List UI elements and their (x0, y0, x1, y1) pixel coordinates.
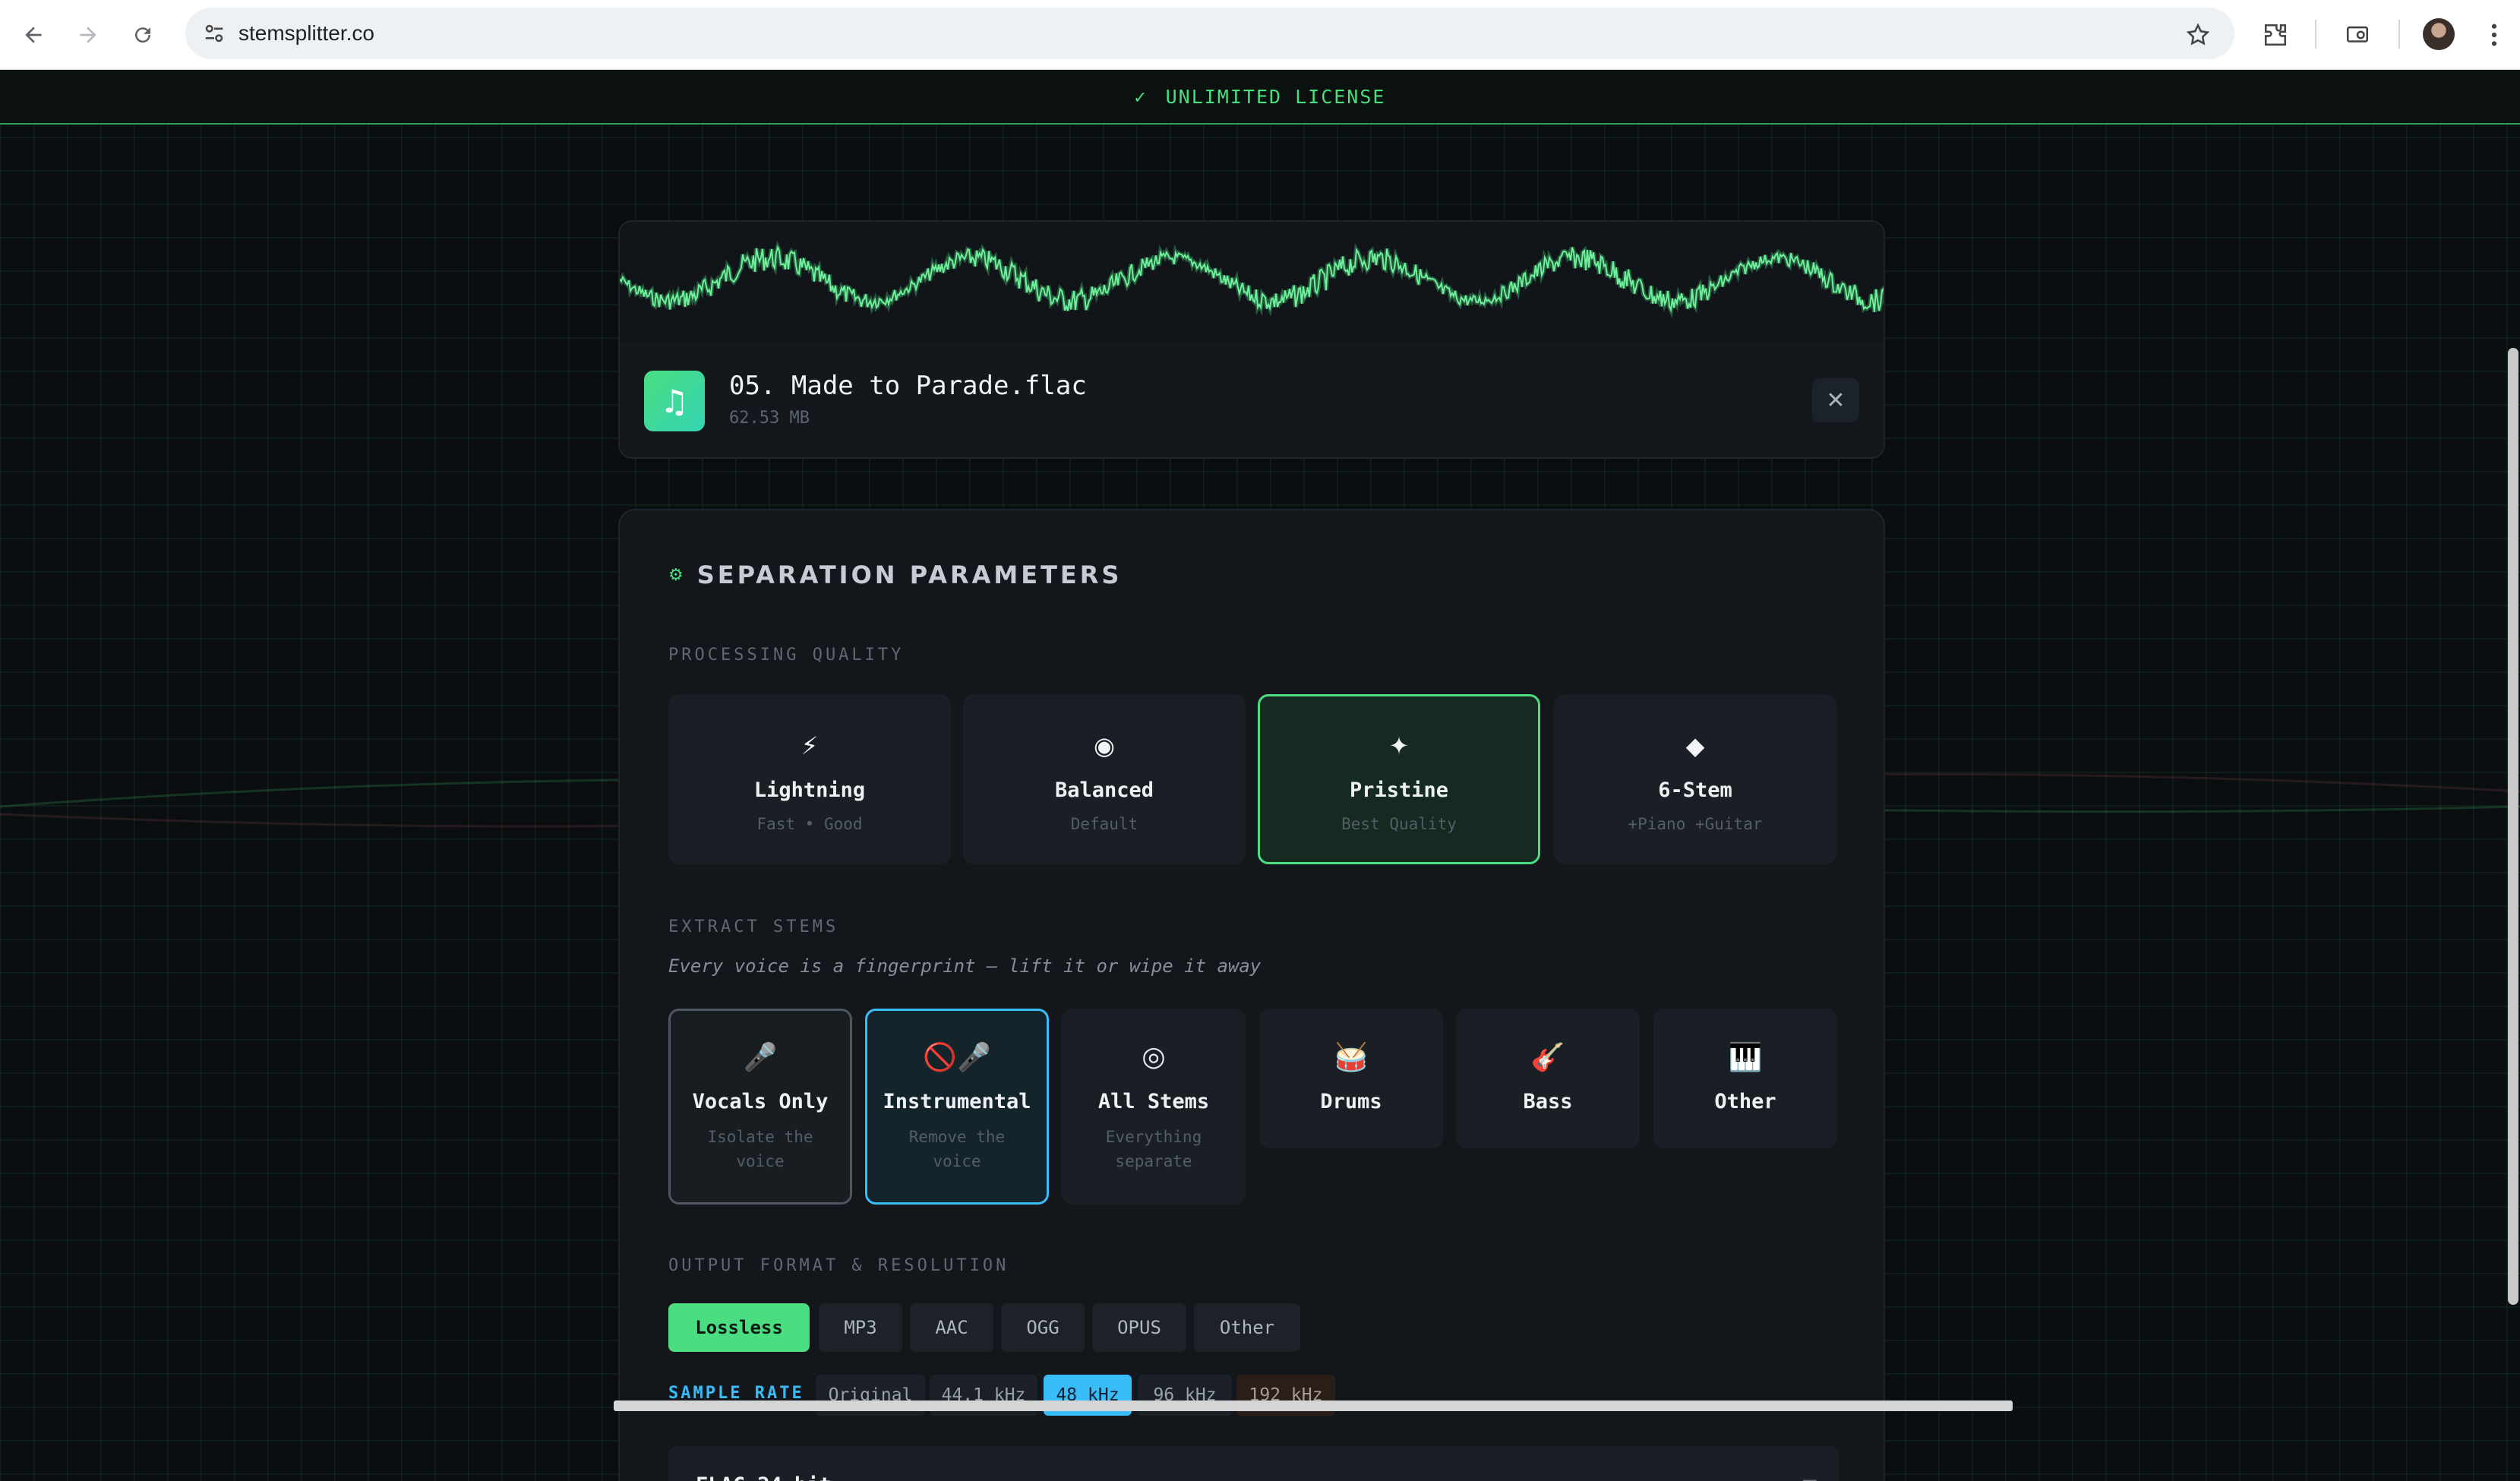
bottom-overlay-strip (614, 1400, 2013, 1411)
page-content: ✓ UNLIMITED LICENSE ♫ 05. Made to Parade… (0, 70, 2520, 1481)
format-ogg-button[interactable]: OGG (1001, 1303, 1085, 1352)
target-icon: ◎ (1142, 1041, 1166, 1072)
gear-icon: ⚙ (668, 565, 684, 585)
site-settings-icon[interactable] (199, 18, 229, 49)
stem-option-bass[interactable]: 🎸 Bass (1456, 1009, 1640, 1148)
format-opus-button[interactable]: OPUS (1092, 1303, 1186, 1352)
stem-label: Instrumental (883, 1090, 1031, 1113)
processing-quality-label: PROCESSING QUALITY (668, 646, 905, 665)
stem-label: Bass (1523, 1090, 1573, 1113)
format-other-button[interactable]: Other (1194, 1303, 1300, 1352)
quality-label: 6-Stem (1658, 778, 1732, 802)
music-note-icon: ♫ (644, 371, 705, 431)
toolbar-divider (2398, 20, 2400, 49)
stem-sub: Everything separate (1105, 1128, 1202, 1170)
cast-icon[interactable] (2339, 17, 2376, 53)
quality-label: Pristine (1349, 778, 1449, 802)
file-card: ♫ 05. Made to Parade.flac 62.53 MB ✕ (618, 220, 1885, 459)
format-mp3-button[interactable]: MP3 (819, 1303, 902, 1352)
drum-icon: 🥁 (1334, 1042, 1369, 1073)
bookmark-star-icon[interactable] (2180, 17, 2216, 53)
stem-sub: Isolate the voice (707, 1128, 813, 1170)
reload-icon[interactable] (125, 17, 161, 53)
license-check-icon: ✓ (1134, 85, 1148, 108)
file-size: 62.53 MB (729, 409, 810, 428)
quality-label: Balanced (1054, 778, 1154, 802)
microphone-icon: 🎤 (743, 1042, 778, 1073)
no-microphone-icon: 🚫🎤 (923, 1042, 991, 1073)
quality-option-lightning[interactable]: ⚡ Lightning Fast • Good (668, 694, 951, 864)
lightning-icon: ⚡ (801, 731, 819, 760)
bit-depth-select[interactable]: FLAC 24-bit ▼ (668, 1446, 1839, 1481)
stem-sub: Remove the voice (908, 1128, 1006, 1170)
circle-dot-icon: ◉ (1094, 731, 1115, 760)
stem-label: Drums (1320, 1090, 1382, 1113)
license-banner: ✓ UNLIMITED LICENSE (0, 70, 2520, 125)
stem-option-drums[interactable]: 🥁 Drums (1259, 1009, 1443, 1148)
waveform (620, 222, 1884, 343)
sparkle-icon: ✦ (1388, 731, 1410, 760)
format-lossless-button[interactable]: Lossless (668, 1303, 810, 1352)
stem-option-vocals-only[interactable]: 🎤 Vocals Only Isolate the voice (668, 1009, 852, 1205)
stem-option-other[interactable]: 🎹 Other (1653, 1009, 1837, 1148)
piano-icon: 🎹 (1728, 1042, 1763, 1073)
quality-sub: Fast • Good (756, 815, 863, 833)
panel-title: SEPARATION PARAMETERS (696, 561, 1123, 589)
output-format-label: OUTPUT FORMAT & RESOLUTION (668, 1256, 1009, 1275)
more-menu-icon[interactable] (2476, 17, 2512, 53)
url-text[interactable]: stemsplitter.co (238, 17, 374, 50)
extensions-icon[interactable] (2257, 17, 2294, 53)
quality-label: Lightning (753, 778, 866, 802)
stem-label: All Stems (1097, 1090, 1210, 1113)
chevron-down-icon: ▼ (1803, 1475, 1817, 1481)
page-scrollbar[interactable] (2508, 348, 2518, 1305)
license-text: UNLIMITED LICENSE (1165, 85, 1386, 108)
waveform-graphic (620, 240, 1884, 319)
address-bar[interactable] (185, 8, 2234, 59)
quality-option-6-stem[interactable]: ◆ 6-Stem +Piano +Guitar (1554, 694, 1836, 864)
quality-option-balanced[interactable]: ◉ Balanced Default (963, 694, 1246, 864)
quality-sub: Best Quality (1341, 815, 1457, 833)
toolbar-divider (2315, 20, 2316, 49)
forward-arrow-icon[interactable] (70, 17, 106, 53)
extract-stems-label: EXTRACT STEMS (668, 917, 839, 936)
panel-header: ⚙ SEPARATION PARAMETERS (668, 561, 1122, 589)
extract-stems-subtitle: Every voice is a fingerprint — lift it o… (668, 955, 1262, 977)
diamond-icon: ◆ (1685, 731, 1705, 760)
guitar-icon: 🎸 (1530, 1042, 1565, 1073)
stem-label: Vocals Only (692, 1090, 829, 1113)
quality-sub: +Piano +Guitar (1628, 815, 1763, 833)
separation-parameters-panel: ⚙ SEPARATION PARAMETERS PROCESSING QUALI… (618, 509, 1885, 1481)
bit-depth-value: FLAC 24-bit (696, 1473, 832, 1481)
back-arrow-icon[interactable] (15, 17, 52, 53)
profile-avatar[interactable] (2423, 18, 2455, 50)
stem-option-instrumental[interactable]: 🚫🎤 Instrumental Remove the voice (865, 1009, 1049, 1205)
file-name: 05. Made to Parade.flac (729, 371, 1087, 401)
stem-option-all-stems[interactable]: ◎ All Stems Everything separate (1062, 1009, 1246, 1205)
stem-label: Other (1714, 1090, 1776, 1113)
quality-option-pristine[interactable]: ✦ Pristine Best Quality (1258, 694, 1540, 864)
quality-sub: Default (1070, 815, 1138, 833)
format-aac-button[interactable]: AAC (910, 1303, 993, 1352)
remove-file-button[interactable]: ✕ (1812, 378, 1859, 422)
browser-toolbar: stemsplitter.co (0, 0, 2520, 70)
